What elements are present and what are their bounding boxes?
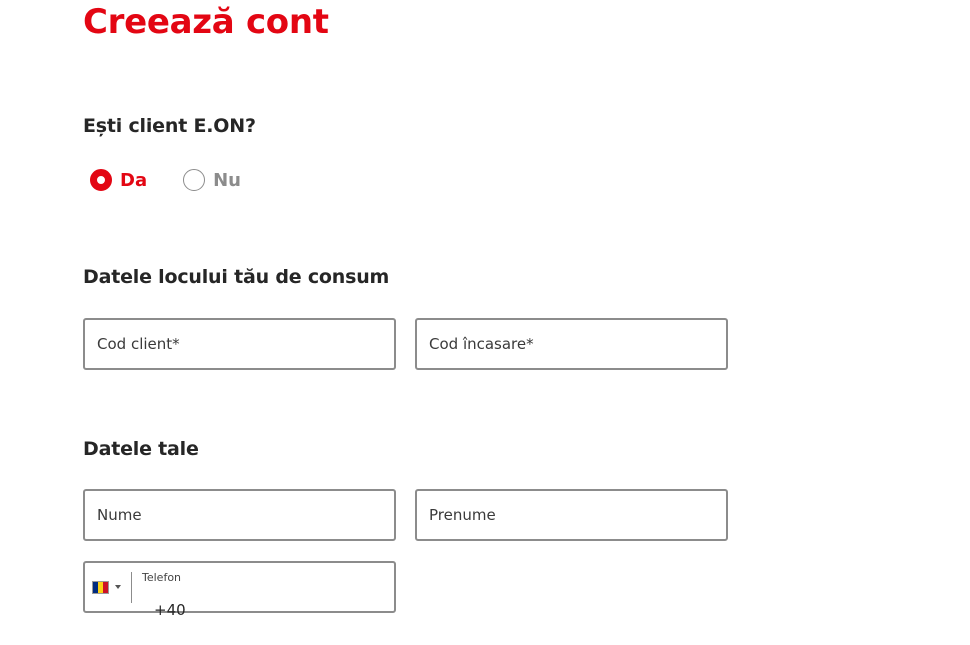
chevron-down-icon[interactable]	[115, 585, 121, 589]
consumption-place-heading: Datele locului tău de consum	[83, 266, 390, 288]
client-question-heading: Ești client E.ON?	[83, 115, 256, 137]
phone-input[interactable]	[142, 586, 451, 634]
country-selector[interactable]	[85, 563, 133, 611]
first-name-field	[415, 489, 728, 541]
radio-nu-label[interactable]: Nu	[213, 170, 241, 191]
client-code-field	[83, 318, 396, 370]
last-name-field	[83, 489, 396, 541]
radio-selected-icon[interactable]	[90, 169, 112, 191]
romania-flag-icon	[92, 580, 109, 594]
radio-da[interactable]: Da	[90, 169, 147, 191]
last-name-input[interactable]	[85, 491, 394, 539]
collection-code-input[interactable]	[417, 320, 726, 368]
personal-data-heading: Datele tale	[83, 438, 199, 460]
collection-code-field	[415, 318, 728, 370]
radio-nu[interactable]: Nu	[183, 169, 241, 191]
phone-label: Telefon	[142, 571, 182, 584]
client-radio-group: Da Nu	[90, 169, 241, 191]
phone-field: Telefon	[83, 561, 451, 634]
radio-da-label[interactable]: Da	[120, 170, 147, 191]
page-title: Creează cont	[83, 2, 329, 42]
client-code-input[interactable]	[85, 320, 394, 368]
radio-unselected-icon[interactable]	[183, 169, 206, 191]
phone-divider	[131, 572, 132, 603]
first-name-input[interactable]	[417, 491, 726, 539]
